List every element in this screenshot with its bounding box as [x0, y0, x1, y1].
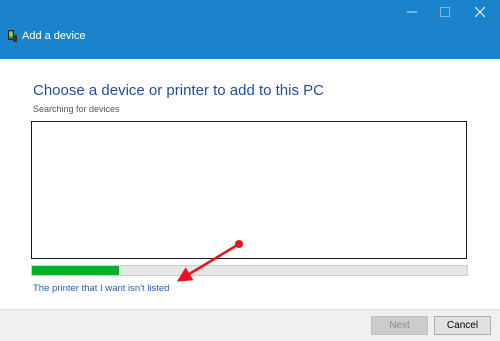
maximize-icon [440, 4, 450, 22]
add-device-icon [8, 29, 17, 42]
close-icon [474, 4, 486, 22]
search-status: Searching for devices [33, 104, 120, 114]
page-title: Choose a device or printer to add to thi… [33, 82, 324, 99]
next-button[interactable]: Next [371, 316, 428, 335]
device-list[interactable] [31, 121, 467, 259]
progress-fill [32, 266, 119, 275]
title-bar: Add a device [0, 0, 500, 59]
footer-bar: Next Cancel [0, 309, 500, 341]
maximize-button[interactable] [429, 0, 461, 26]
cancel-button[interactable]: Cancel [434, 316, 491, 335]
window-title: Add a device [22, 30, 86, 42]
minimize-icon [407, 4, 417, 22]
search-progress-bar [31, 265, 468, 276]
minimize-button[interactable] [396, 0, 428, 26]
printer-not-listed-link[interactable]: The printer that I want isn't listed [33, 283, 169, 294]
close-button[interactable] [464, 0, 496, 26]
